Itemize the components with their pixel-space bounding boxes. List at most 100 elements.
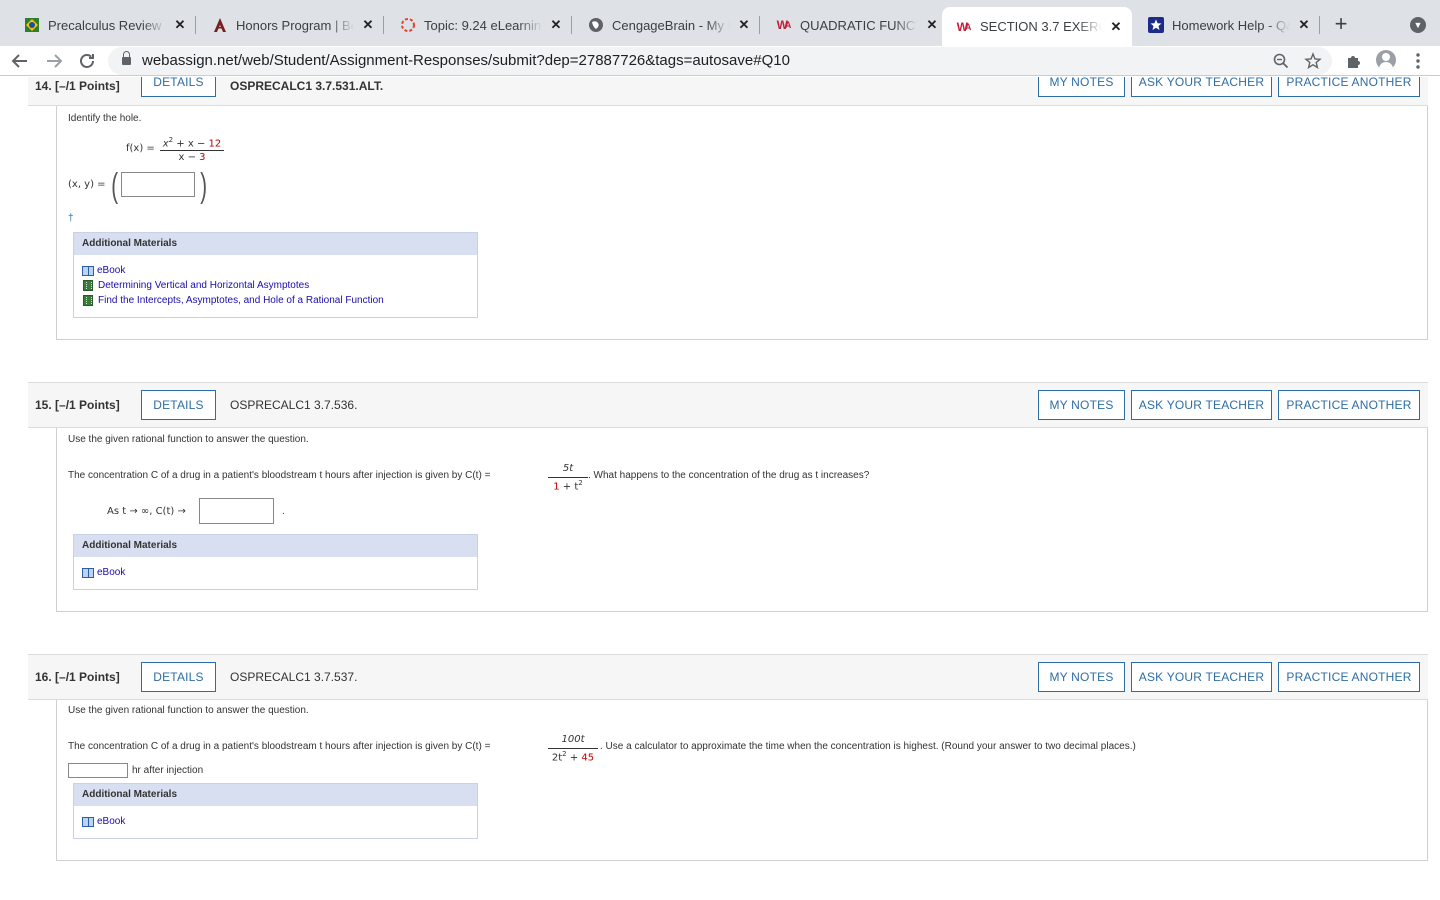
forward-arrow-icon[interactable] — [42, 49, 66, 73]
close-parenthesis: ) — [200, 167, 208, 205]
video-icon — [83, 280, 93, 291]
loading-icon — [400, 17, 416, 33]
concentration-fraction: 5t 1 + t2 — [548, 462, 588, 492]
limit-answer-input[interactable] — [199, 498, 274, 524]
tab-title: QUADRATIC FUNCTIC — [800, 17, 918, 33]
ebook-link[interactable]: eBook — [82, 567, 125, 578]
page-viewport: 14. [–/1 Points] DETAILS OSPRECALC1 3.7.… — [0, 77, 1440, 900]
problem-code: OSPRECALC1 3.7.536. — [230, 398, 358, 412]
lock-icon — [122, 51, 131, 66]
web-icon — [24, 17, 40, 33]
tab-search-chevron-icon[interactable]: ▼ — [1410, 17, 1426, 33]
browser-toolbar: webassign.net/web/Student/Assignment-Res… — [0, 46, 1440, 76]
question-prompt: Use the given rational function to answe… — [68, 705, 309, 716]
close-tab-icon[interactable]: ✕ — [1296, 17, 1312, 33]
rational-function-fraction: x2 + x − 12 x − 3 — [160, 135, 224, 165]
ebook-icon — [82, 567, 94, 578]
browser-tab-precalculus-review[interactable]: Precalculus Review / ✕ — [10, 8, 196, 42]
honors-logo-icon — [212, 17, 228, 33]
problem-code: OSPRECALC1 3.7.531.ALT. — [230, 79, 384, 93]
question-prompt: Identify the hole. — [68, 113, 142, 124]
webassign-icon: WA — [776, 18, 792, 32]
my-notes-button[interactable]: MY NOTES — [1038, 77, 1125, 97]
question-prompt: Use the given rational function to answe… — [68, 434, 309, 445]
additional-materials-heading: Additional Materials — [74, 535, 477, 557]
ask-your-teacher-button[interactable]: ASK YOUR TEACHER — [1131, 662, 1272, 692]
open-parenthesis: ( — [111, 167, 119, 205]
close-tab-icon[interactable]: ✕ — [736, 17, 752, 33]
time-answer-input[interactable] — [68, 763, 128, 778]
question-number: 14. [–/1 Points] — [35, 79, 120, 93]
browser-tab-honors-program[interactable]: Honors Program | Bel ✕ — [198, 8, 384, 42]
question-16-header: 16. [–/1 Points] DETAILS OSPRECALC1 3.7.… — [28, 654, 1428, 700]
tab-title: Homework Help - Q& — [1172, 17, 1290, 33]
practice-another-button[interactable]: PRACTICE ANOTHER — [1278, 662, 1420, 692]
profile-avatar-icon[interactable] — [1376, 50, 1396, 70]
function-label: f(x) = — [126, 143, 155, 154]
question-14-additional-materials: Additional Materials eBook Determining V… — [73, 232, 478, 318]
additional-materials-heading: Additional Materials — [74, 784, 477, 806]
new-tab-button[interactable]: + — [1330, 13, 1352, 36]
xy-label: (x, y) = — [68, 179, 106, 190]
my-notes-button[interactable]: MY NOTES — [1038, 662, 1125, 692]
zoom-icon[interactable] — [1272, 52, 1290, 70]
ebook-link[interactable]: eBook — [82, 816, 125, 827]
browser-tab-topic-elearning[interactable]: Topic: 9.24 eLearning ✕ — [386, 8, 572, 42]
tab-title: SECTION 3.7 EXERCIS — [980, 19, 1102, 34]
limit-label: As t → ∞, C(t) → — [107, 506, 186, 517]
browser-tab-quadratic-functions[interactable]: WA QUADRATIC FUNCTIC ✕ — [762, 8, 948, 42]
fraction-numerator: 100t — [561, 734, 585, 745]
tab-title: Precalculus Review / — [48, 17, 166, 33]
intercepts-video-link[interactable]: Find the Intercepts, Asymptotes, and Hol… — [82, 295, 384, 306]
fraction-numerator: x2 + x − 12 — [162, 136, 222, 150]
extensions-puzzle-icon[interactable] — [1344, 51, 1364, 71]
question-statement-continued: . What happens to the concentration of t… — [588, 470, 870, 481]
close-tab-icon[interactable]: ✕ — [1108, 19, 1124, 35]
practice-another-button[interactable]: PRACTICE ANOTHER — [1278, 390, 1420, 420]
reload-icon[interactable] — [75, 49, 99, 73]
question-16-additional-materials: Additional Materials eBook — [73, 783, 478, 839]
globe-icon — [588, 17, 604, 33]
question-15-additional-materials: Additional Materials eBook — [73, 534, 478, 590]
details-button[interactable]: DETAILS — [141, 662, 216, 692]
practice-another-button[interactable]: PRACTICE ANOTHER — [1278, 77, 1420, 97]
details-button[interactable]: DETAILS — [141, 77, 216, 97]
tab-strip: Precalculus Review / ✕ Honors Program | … — [0, 0, 1440, 46]
bookmark-star-icon[interactable] — [1304, 52, 1322, 70]
close-tab-icon[interactable]: ✕ — [548, 17, 564, 33]
ask-your-teacher-button[interactable]: ASK YOUR TEACHER — [1131, 77, 1272, 97]
browser-tab-cengagebrain[interactable]: CengageBrain - My H ✕ — [574, 8, 760, 42]
close-tab-icon[interactable]: ✕ — [360, 17, 376, 33]
browser-tab-homework-help[interactable]: Homework Help - Q& ✕ — [1134, 8, 1320, 42]
details-button[interactable]: DETAILS — [141, 390, 216, 420]
url-text: webassign.net/web/Student/Assignment-Res… — [142, 52, 790, 69]
fraction-bar — [548, 477, 588, 478]
period: . — [282, 506, 285, 517]
browser-tab-section-3-7-active[interactable]: WA SECTION 3.7 EXERCIS ✕ — [942, 7, 1132, 46]
fraction-denominator: 2t2 + 45 — [551, 750, 595, 764]
hole-answer-input[interactable] — [121, 172, 195, 197]
tab-title: Topic: 9.24 eLearning — [424, 17, 542, 33]
unit-label: hr after injection — [132, 765, 204, 776]
my-notes-button[interactable]: MY NOTES — [1038, 390, 1125, 420]
address-bar[interactable]: webassign.net/web/Student/Assignment-Res… — [108, 47, 1332, 75]
dagger-mark: † — [68, 213, 74, 224]
fraction-numerator: 5t — [562, 463, 574, 474]
question-statement: The concentration C of a drug in a patie… — [68, 470, 491, 481]
asymptotes-video-link[interactable]: Determining Vertical and Horizontal Asym… — [82, 280, 309, 291]
question-15-header: 15. [–/1 Points] DETAILS OSPRECALC1 3.7.… — [28, 382, 1428, 428]
ebook-icon — [82, 816, 94, 827]
video-icon — [83, 295, 93, 306]
ebook-link[interactable]: eBook — [82, 265, 125, 276]
ebook-icon — [82, 265, 94, 276]
star-badge-icon — [1148, 17, 1164, 33]
back-arrow-icon[interactable] — [8, 49, 32, 73]
ask-your-teacher-button[interactable]: ASK YOUR TEACHER — [1131, 390, 1272, 420]
close-tab-icon[interactable]: ✕ — [924, 17, 940, 33]
question-statement-continued: . Use a calculator to approximate the ti… — [600, 741, 1136, 752]
close-tab-icon[interactable]: ✕ — [172, 17, 188, 33]
fraction-bar — [160, 150, 224, 151]
browser-menu-kebab-icon[interactable] — [1408, 51, 1428, 71]
tab-title: CengageBrain - My H — [612, 17, 730, 33]
problem-code: OSPRECALC1 3.7.537. — [230, 670, 358, 684]
